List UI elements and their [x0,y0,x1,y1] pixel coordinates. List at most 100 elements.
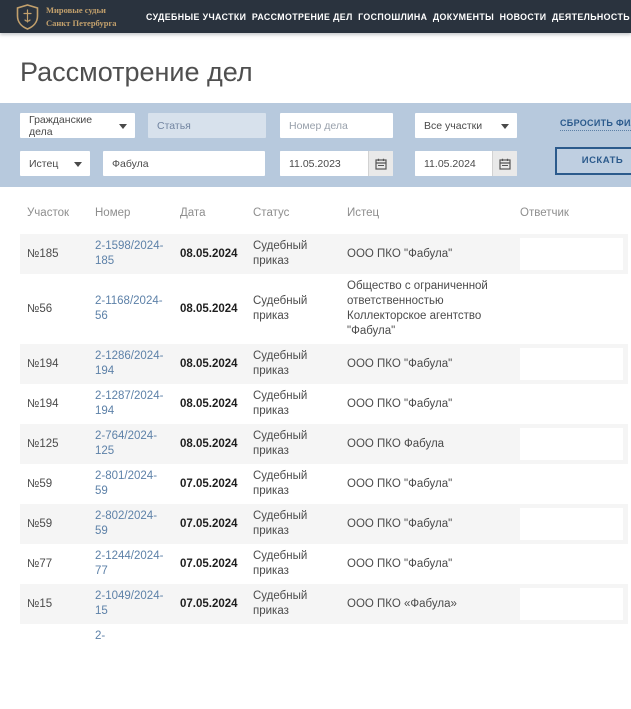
calendar-icon [499,158,511,170]
table-row: №592-802/2024-5907.05.2024Судебный прика… [20,504,628,544]
cell-istets: ООО ПКО "Фабула" [347,504,520,544]
cell-number: 2-1168/2024-56 [95,274,180,344]
cell-status: Судебный приказ [253,234,347,274]
cell-otvetchik [520,344,628,384]
cell-date: 07.05.2024 [180,464,253,504]
nav-item-dokumenty[interactable]: ДОКУМЕНТЫ [433,12,494,22]
cell-istets: Общество с ограниченной ответственностью… [347,274,520,344]
respondent-redacted-box [520,348,623,380]
main-nav: СУДЕБНЫЕ УЧАСТКИ РАССМОТРЕНИЕ ДЕЛ ГОСПОШ… [146,12,631,22]
top-navbar: Мировые судьи Санкт Петербурга СУДЕБНЫЕ … [0,0,631,33]
cell-number: 2-1286/2024-194 [95,344,180,384]
date-to-field [415,151,517,176]
calendar-button[interactable] [492,151,517,176]
cell-number: 2-1598/2024-185 [95,234,180,274]
cell-date: 08.05.2024 [180,424,253,464]
cell-istets: ООО ПКО "Фабула" [347,344,520,384]
case-number-link[interactable]: 2- [95,630,105,642]
cell-uchastok: №56 [20,274,95,344]
cell-otvetchik [520,274,628,344]
header-uchastok: Участок [20,199,95,234]
cell-istets: ООО ПКО Фабула [347,424,520,464]
case-number-input[interactable] [280,113,393,138]
cell-status: Судебный приказ [253,544,347,584]
cell-status: Судебный приказ [253,584,347,624]
cell-istets: ООО ПКО "Фабула" [347,544,520,584]
cell-date: 07.05.2024 [180,584,253,624]
cell-number: 2-1049/2024-15 [95,584,180,624]
cell-istets: ООО ПКО "Фабула" [347,234,520,274]
nav-item-gosposhlina[interactable]: ГОСПОШЛИНА [358,12,427,22]
nav-item-novosti[interactable]: НОВОСТИ [500,12,547,22]
table-row: №592-801/2024-5907.05.2024Судебный прика… [20,464,628,504]
case-number-link[interactable]: 2-1598/2024-185 [95,240,163,267]
case-number-link[interactable]: 2-801/2024-59 [95,470,157,497]
party-name-input[interactable] [103,151,265,176]
respondent-redacted-box [520,588,623,620]
table-header-row: Участок Номер Дата Статус Истец Ответчик [20,199,628,234]
header-status: Статус [253,199,347,234]
nav-item-rassmotrenie[interactable]: РАССМОТРЕНИЕ ДЕЛ [252,12,353,22]
respondent-redacted-box [520,238,623,270]
cell-date: 08.05.2024 [180,234,253,274]
cell-otvetchik [520,544,628,584]
case-type-select[interactable]: Гражданские дела [20,113,135,138]
case-number-link[interactable]: 2-1286/2024-194 [95,350,163,377]
cell-date: 08.05.2024 [180,274,253,344]
cell-uchastok: №77 [20,544,95,584]
cell-uchastok: №194 [20,344,95,384]
cell-otvetchik [520,584,628,624]
district-select[interactable]: Все участки [415,113,517,138]
cell-otvetchik [520,504,628,544]
cell-uchastok: №15 [20,584,95,624]
cell-otvetchik [520,424,628,464]
case-table-body: №1852-1598/2024-18508.05.2024Судебный пр… [20,234,628,649]
reset-filters-button[interactable]: СБРОСИТЬ ФИЛЬТР [560,118,631,131]
case-number-link[interactable]: 2-1244/2024-77 [95,550,163,577]
brand[interactable]: Мировые судьи Санкт Петербурга [16,4,134,30]
date-from-field [280,151,393,176]
table-row: №1942-1287/2024-19408.05.2024Судебный пр… [20,384,628,424]
cell-status: Судебный приказ [253,464,347,504]
calendar-icon [375,158,387,170]
search-button[interactable]: ИСКАТЬ [555,147,631,175]
party-role-select[interactable]: Истец [20,151,90,176]
cell-istets: ООО ПКО "Фабула" [347,464,520,504]
filter-panel: Гражданские дела Все участки СБРОСИТЬ ФИ… [0,103,631,187]
nav-item-uchastki[interactable]: СУДЕБНЫЕ УЧАСТКИ [146,12,246,22]
respondent-redacted-box [520,278,623,340]
table-row: №1852-1598/2024-18508.05.2024Судебный пр… [20,234,628,274]
brand-line-1: Мировые судьи [46,4,117,16]
respondent-redacted-box [520,388,623,420]
cell-number: 2-802/2024-59 [95,504,180,544]
case-number-link[interactable]: 2-764/2024-125 [95,430,157,457]
table-row: 2- [20,624,628,649]
respondent-redacted-box [520,508,623,540]
brand-line-2: Санкт Петербурга [46,17,117,29]
party-role-value: Истец [29,158,58,170]
header-data: Дата [180,199,253,234]
respondent-redacted-box [520,628,623,645]
results-section: Участок Номер Дата Статус Истец Ответчик… [20,199,628,649]
cell-istets: ООО ПКО "Фабула" [347,384,520,424]
cell-number: 2- [95,624,180,649]
date-from-input[interactable] [280,151,368,176]
date-to-input[interactable] [415,151,492,176]
cell-status: Судебный приказ [253,344,347,384]
nav-item-deyatelnost[interactable]: ДЕЯТЕЛЬНОСТЬ [552,12,630,22]
cell-number: 2-1287/2024-194 [95,384,180,424]
case-number-link[interactable]: 2-1168/2024-56 [95,295,163,322]
cell-istets [347,624,520,649]
cell-status: Судебный приказ [253,504,347,544]
cell-status: Судебный приказ [253,424,347,464]
article-input[interactable] [148,113,266,138]
case-number-link[interactable]: 2-1049/2024-15 [95,590,163,617]
cell-uchastok [20,624,95,649]
calendar-button[interactable] [368,151,393,176]
district-value: Все участки [424,120,482,132]
cell-status [253,624,347,649]
header-nomer: Номер [95,199,180,234]
case-number-link[interactable]: 2-802/2024-59 [95,510,157,537]
case-number-link[interactable]: 2-1287/2024-194 [95,390,163,417]
table-row: №1252-764/2024-12508.05.2024Судебный при… [20,424,628,464]
